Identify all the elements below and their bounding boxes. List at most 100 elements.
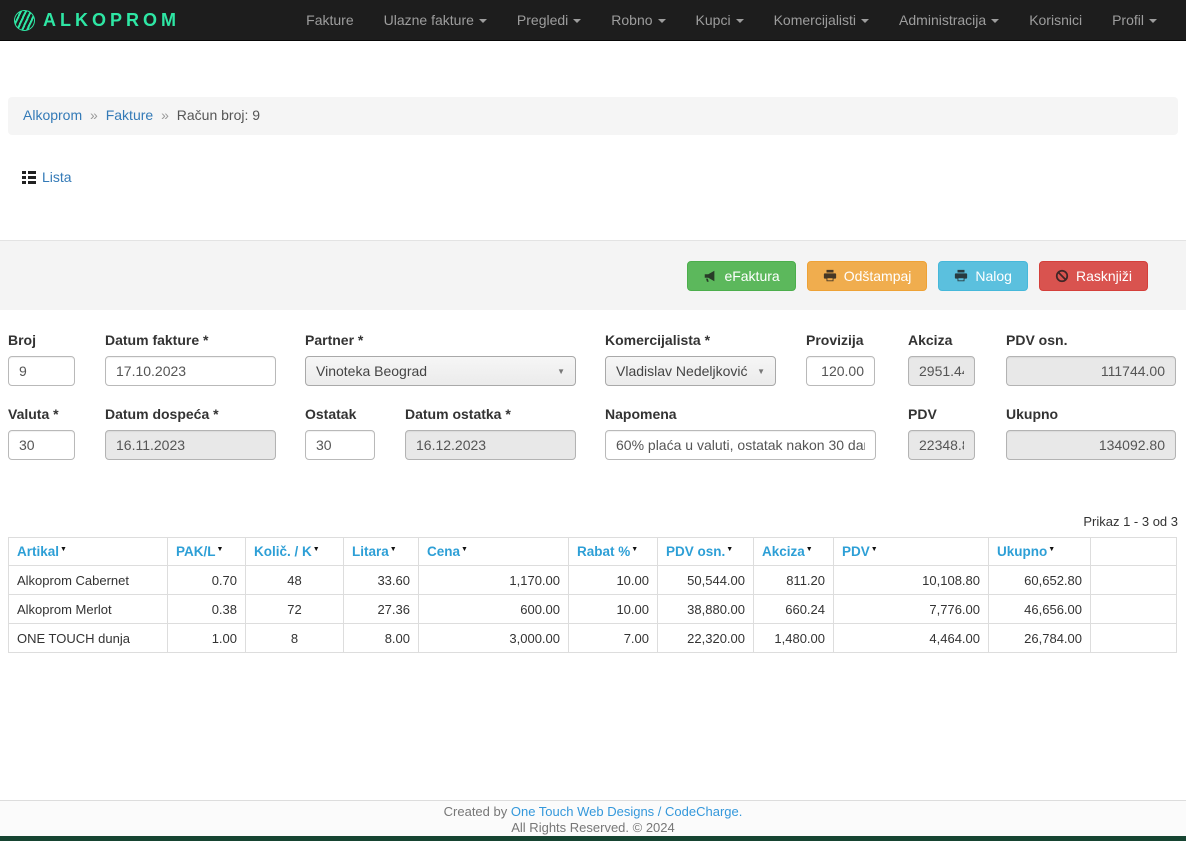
sort-ukupno[interactable]: Ukupno▼ [997, 544, 1055, 559]
chevron-down-icon [736, 19, 744, 23]
nav-item-administracija[interactable]: Administracija [884, 2, 1014, 38]
field-pdv: PDV [908, 406, 975, 460]
datum-dospeca-label: Datum dospeća * [105, 406, 276, 422]
invoice-form: Broj Datum fakture * Partner * Vinoteka … [0, 332, 1186, 460]
partner-label: Partner * [305, 332, 576, 348]
nav-item-korisnici[interactable]: Korisnici [1014, 2, 1097, 38]
ban-icon [1055, 269, 1069, 283]
sort-kolicina[interactable]: Količ. / K▼ [254, 544, 320, 559]
nav-item-robno[interactable]: Robno [596, 2, 680, 38]
datum-ostatka-input [405, 430, 576, 460]
datum-fakture-input[interactable] [105, 356, 276, 386]
ostatak-input[interactable] [305, 430, 375, 460]
cell-akciza: 811.20 [754, 566, 834, 595]
pdv-input [908, 430, 975, 460]
lista-row: Lista [22, 168, 1186, 185]
lista-link[interactable]: Lista [42, 169, 72, 185]
footer-credits-link[interactable]: One Touch Web Designs / CodeCharge. [511, 804, 743, 819]
sort-pdv[interactable]: PDV▼ [842, 544, 878, 559]
sort-caret-icon: ▼ [871, 546, 878, 553]
cell-akciza: 1,480.00 [754, 624, 834, 653]
rasknjizi-button[interactable]: Rasknjiži [1039, 261, 1148, 291]
partner-select[interactable]: Vinoteka Beograd ▼ [305, 356, 576, 386]
sort-caret-icon: ▼ [217, 546, 224, 553]
field-broj: Broj [8, 332, 75, 386]
sort-pdv-osn[interactable]: PDV osn.▼ [666, 544, 733, 559]
napomena-label: Napomena [605, 406, 876, 422]
cell-rabat: 10.00 [569, 566, 658, 595]
brand-logo[interactable]: ALKOPROM [14, 10, 180, 31]
sort-rabat[interactable]: Rabat %▼ [577, 544, 638, 559]
chevron-down-icon: ▼ [757, 367, 765, 376]
breadcrumb-home-link[interactable]: Alkoprom [23, 107, 82, 123]
cell-pdv-osn: 50,544.00 [658, 566, 754, 595]
nav-item-profil[interactable]: Profil [1097, 2, 1172, 38]
sort-litara[interactable]: Litara▼ [352, 544, 397, 559]
cell-cena: 3,000.00 [419, 624, 569, 653]
cell-actions [1091, 566, 1177, 595]
table-header-row: Artikal▼ PAK/L▼ Količ. / K▼ Litara▼ Cena… [9, 538, 1177, 566]
akciza-label: Akciza [908, 332, 975, 348]
cell-pak: 0.70 [168, 566, 246, 595]
cell-ukupno: 60,652.80 [989, 566, 1091, 595]
nav-item-komercijalisti[interactable]: Komercijalisti [759, 2, 884, 38]
partner-select-value: Vinoteka Beograd [316, 363, 551, 379]
cell-pdv: 4,464.00 [834, 624, 989, 653]
breadcrumb: Alkoprom » Fakture » Račun broj: 9 [8, 97, 1178, 135]
nav-item-ulazne-fakture[interactable]: Ulazne fakture [369, 2, 502, 38]
field-valuta: Valuta * [8, 406, 75, 460]
toolbar: eFaktura Odštampaj Nalog Rasknjiži [0, 240, 1186, 310]
pdv-osn-input [1006, 356, 1176, 386]
cell-litara: 33.60 [344, 566, 419, 595]
table-row[interactable]: Alkoprom Cabernet 0.70 48 33.60 1,170.00… [9, 566, 1177, 595]
brand-icon [14, 10, 35, 31]
cell-ukupno: 26,784.00 [989, 624, 1091, 653]
broj-input[interactable] [8, 356, 75, 386]
efaktura-button[interactable]: eFaktura [687, 261, 795, 291]
valuta-label: Valuta * [8, 406, 75, 422]
nalog-button[interactable]: Nalog [938, 261, 1028, 291]
sort-cena[interactable]: Cena▼ [427, 544, 468, 559]
cell-pak: 0.38 [168, 595, 246, 624]
chevron-down-icon: ▼ [557, 367, 565, 376]
sort-caret-icon: ▼ [390, 546, 397, 553]
cell-artikal[interactable]: ONE TOUCH dunja [9, 624, 168, 653]
footer-accent-bar [0, 836, 1186, 841]
printer-icon [954, 269, 968, 283]
cell-kolicina: 8 [246, 624, 344, 653]
sort-pak-l[interactable]: PAK/L▼ [176, 544, 223, 559]
valuta-input[interactable] [8, 430, 75, 460]
breadcrumb-fakture-link[interactable]: Fakture [106, 107, 153, 123]
field-komercijalista: Komercijalista * Vladislav Nedeljković ▼ [605, 332, 776, 386]
ukupno-label: Ukupno [1006, 406, 1176, 422]
cell-ukupno: 46,656.00 [989, 595, 1091, 624]
breadcrumb-separator: » [157, 107, 173, 123]
cell-artikal[interactable]: Alkoprom Merlot [9, 595, 168, 624]
komercijalista-select-value: Vladislav Nedeljković [616, 363, 751, 379]
field-akciza: Akciza [908, 332, 975, 386]
napomena-input[interactable] [605, 430, 876, 460]
table-row[interactable]: ONE TOUCH dunja 1.00 8 8.00 3,000.00 7.0… [9, 624, 1177, 653]
provizija-input[interactable] [806, 356, 875, 386]
datum-dospeca-input [105, 430, 276, 460]
list-icon [22, 170, 36, 184]
field-napomena: Napomena [605, 406, 876, 460]
table-row[interactable]: Alkoprom Merlot 0.38 72 27.36 600.00 10.… [9, 595, 1177, 624]
komercijalista-select[interactable]: Vladislav Nedeljković ▼ [605, 356, 776, 386]
cell-pak: 1.00 [168, 624, 246, 653]
cell-rabat: 7.00 [569, 624, 658, 653]
datum-ostatka-label: Datum ostatka * [405, 406, 576, 422]
nav-item-fakture[interactable]: Fakture [291, 2, 368, 38]
page: ALKOPROM Fakture Ulazne fakture Pregledi… [0, 0, 1186, 841]
nav-item-pregledi[interactable]: Pregledi [502, 2, 596, 38]
odstampaj-button[interactable]: Odštampaj [807, 261, 928, 291]
breadcrumb-separator: » [86, 107, 102, 123]
pdv-osn-label: PDV osn. [1006, 332, 1176, 348]
field-partner: Partner * Vinoteka Beograd ▼ [305, 332, 576, 386]
sort-artikal[interactable]: Artikal▼ [17, 544, 67, 559]
cell-pdv: 10,108.80 [834, 566, 989, 595]
nav-item-kupci[interactable]: Kupci [681, 2, 759, 38]
sort-akciza[interactable]: Akciza▼ [762, 544, 813, 559]
printer-icon [823, 269, 837, 283]
cell-artikal[interactable]: Alkoprom Cabernet [9, 566, 168, 595]
